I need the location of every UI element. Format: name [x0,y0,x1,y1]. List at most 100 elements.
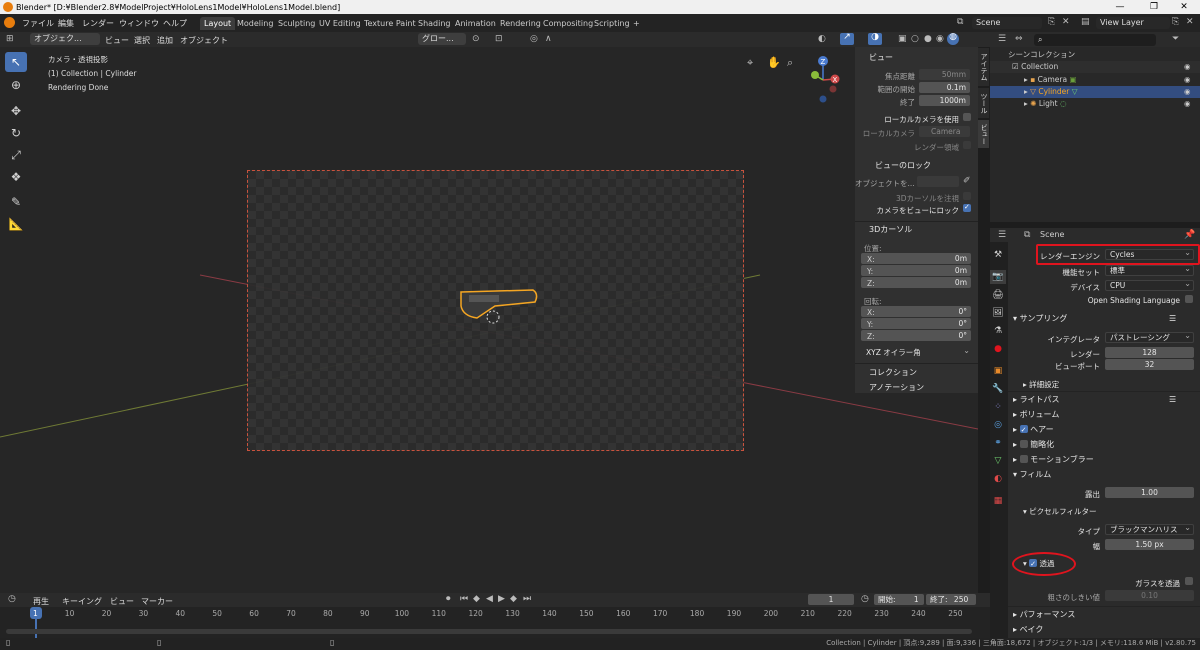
new-scene-icon[interactable]: ⎘ [1048,18,1055,27]
physics-tab-icon[interactable]: ◎ [990,418,1006,432]
menu-keying[interactable]: キーイング [62,596,102,607]
current-frame-field[interactable]: 1 [808,594,854,605]
menu-edit[interactable]: 編集 [58,18,74,29]
tab-uv-editing[interactable]: UV Editing [315,17,365,30]
timeline-editor-icon[interactable]: ◷ [8,595,16,604]
view-layer-icon[interactable]: ▤ [1081,18,1090,27]
view-lock-title[interactable]: ビューのロック [875,160,931,171]
3d-cursor-title[interactable]: 3Dカーソル [869,224,912,235]
transform-icon[interactable]: ❖ [5,167,27,187]
scene-tab-icon[interactable]: ⚗ [990,324,1006,338]
performance-section[interactable]: ▸ パフォーマンス [1013,608,1193,621]
cylinder-object[interactable] [455,286,545,328]
rot-z-field[interactable]: 0° [861,330,971,341]
filter-type-dropdown[interactable]: ブラックマンハリス [1105,523,1194,535]
scale-icon[interactable]: ⤢ [5,145,27,165]
menu-window[interactable]: ウィンドウ [119,18,159,29]
overlay-icon[interactable]: ◑ [868,33,882,45]
prev-keyframe-icon[interactable]: ◆ [473,595,480,604]
collection-row[interactable]: ☑ Collection ◉ [990,61,1200,73]
close-icon[interactable]: ✕ [1168,0,1200,14]
display-mode-icon[interactable]: ⇔ [1015,35,1023,44]
menu-marker[interactable]: マーカー [141,596,173,607]
zoom-icon[interactable]: ⌕ [787,57,793,68]
eye-icon[interactable]: ◉ [1184,86,1191,98]
data-tab-icon[interactable]: ▽ [990,454,1006,468]
menu-help[interactable]: ヘルプ [163,18,187,29]
snap-icon[interactable]: ⊡ [495,35,503,44]
cursor-icon[interactable]: ⊕ [5,75,27,95]
maximize-icon[interactable]: ❐ [1138,0,1170,14]
scene-selector[interactable]: Scene [972,17,1042,29]
roughness-threshold-field[interactable]: 0.10 [1105,590,1194,601]
falloff-icon[interactable]: ∧ [545,35,552,44]
cursor-x-field[interactable]: 0m [861,253,971,264]
tab-modeling[interactable]: Modeling [233,17,277,30]
properties-editor-icon[interactable]: ☰ [998,231,1006,240]
move-icon[interactable]: ✥ [5,101,27,121]
xray-icon[interactable]: ▣ [898,35,907,44]
osl-checkbox[interactable] [1185,295,1193,303]
simplify-checkbox[interactable] [1019,440,1028,448]
menu-render[interactable]: レンダー [82,18,114,29]
bake-section[interactable]: ▸ ベイク [1013,623,1193,636]
outliner-item-cylinder[interactable]: ▸ ▽ Cylinder ▽ ◉ [990,86,1200,98]
view-section-title[interactable]: ビュー [869,52,893,63]
exposure-field[interactable]: 1.00 [1105,487,1194,498]
device-dropdown[interactable]: CPU [1105,279,1194,291]
pivot-icon[interactable]: ⊙ [472,35,480,44]
visibility-icon[interactable]: ◐ [818,35,826,44]
new-view-layer-icon[interactable]: ⎘ [1172,18,1179,27]
jump-start-icon[interactable]: ⏮ [460,595,468,604]
wireframe-shading-icon[interactable]: ○ [911,35,919,44]
play-reverse-icon[interactable]: ◀ [486,595,493,604]
list-icon[interactable]: ☰ [1169,312,1176,325]
tab-scripting[interactable]: Scripting [590,17,634,30]
filter-width-field[interactable]: 1.50 px [1105,539,1194,550]
annotation-section-title[interactable]: アノテーション [869,382,924,393]
menu-view[interactable]: ビュー [105,35,129,46]
select-box-icon[interactable]: ↖ [5,52,27,72]
eye-icon[interactable]: ◉ [1184,74,1191,86]
world-tab-icon[interactable]: ● [990,342,1006,356]
sampling-section[interactable]: ▾ サンプリング ☰ [1013,312,1193,325]
tab-shading[interactable]: Shading [414,17,455,30]
gizmo-icon[interactable]: ↗ [840,33,854,45]
advanced-subsection[interactable]: ▸ 詳細設定 [1023,378,1200,391]
cursor-y-field[interactable]: 0m [861,265,971,276]
motion-blur-checkbox[interactable] [1019,455,1028,463]
rendered-shading-icon[interactable]: ◍ [947,33,959,45]
filter-icon[interactable]: ⏷ [1172,35,1179,44]
menu-object[interactable]: オブジェクト [180,35,228,46]
preview-range-icon[interactable]: ◷ [861,595,869,604]
transform-orientation[interactable]: グロー... [418,33,466,45]
jump-end-icon[interactable]: ⏭ [523,595,531,604]
hair-checkbox[interactable] [1019,424,1028,437]
render-tab-icon[interactable]: 📷 [990,270,1006,284]
add-workspace-icon[interactable]: + [629,17,644,30]
motion-blur-section[interactable]: ▸ モーションブラー [1013,453,1193,466]
pixel-filter-subsection[interactable]: ▾ ピクセルフィルター [1023,505,1200,518]
scene-icon[interactable]: ⧉ [957,18,963,27]
constraints-tab-icon[interactable]: ⚭ [990,436,1006,450]
tab-compositing[interactable]: Compositing [539,17,597,30]
collection-section-title[interactable]: コレクション [869,367,917,378]
outliner-editor-icon[interactable]: ☰ [998,35,1006,44]
outliner-search-input[interactable]: ⌕ [1034,34,1156,46]
render-samples-field[interactable]: 128 [1105,347,1194,358]
annotate-icon[interactable]: ✎ [5,192,27,212]
camera-view-icon[interactable]: ⌖ [747,57,753,68]
eye-icon[interactable]: ◉ [1184,61,1191,73]
modifier-tab-icon[interactable]: 🔧 [990,382,1006,396]
rot-y-field[interactable]: 0° [861,318,971,329]
tab-layout[interactable]: Layout [200,17,236,30]
rotation-mode-dropdown[interactable]: XYZ オイラー角 [861,346,973,358]
outliner-item-light[interactable]: ▸ ✺ Light ◌ ◉ [990,98,1200,110]
menu-playback[interactable]: 再生 [33,596,49,607]
outliner-item-camera[interactable]: ▸ ▪ Camera ▣ ◉ [990,74,1200,86]
mode-selector[interactable]: オブジェク... [30,33,100,45]
render-region-checkbox[interactable] [963,141,971,149]
tab-item[interactable]: アイテム [978,48,989,86]
eye-icon[interactable]: ◉ [1184,98,1191,110]
pan-hand-icon[interactable]: ✋ [767,57,781,68]
